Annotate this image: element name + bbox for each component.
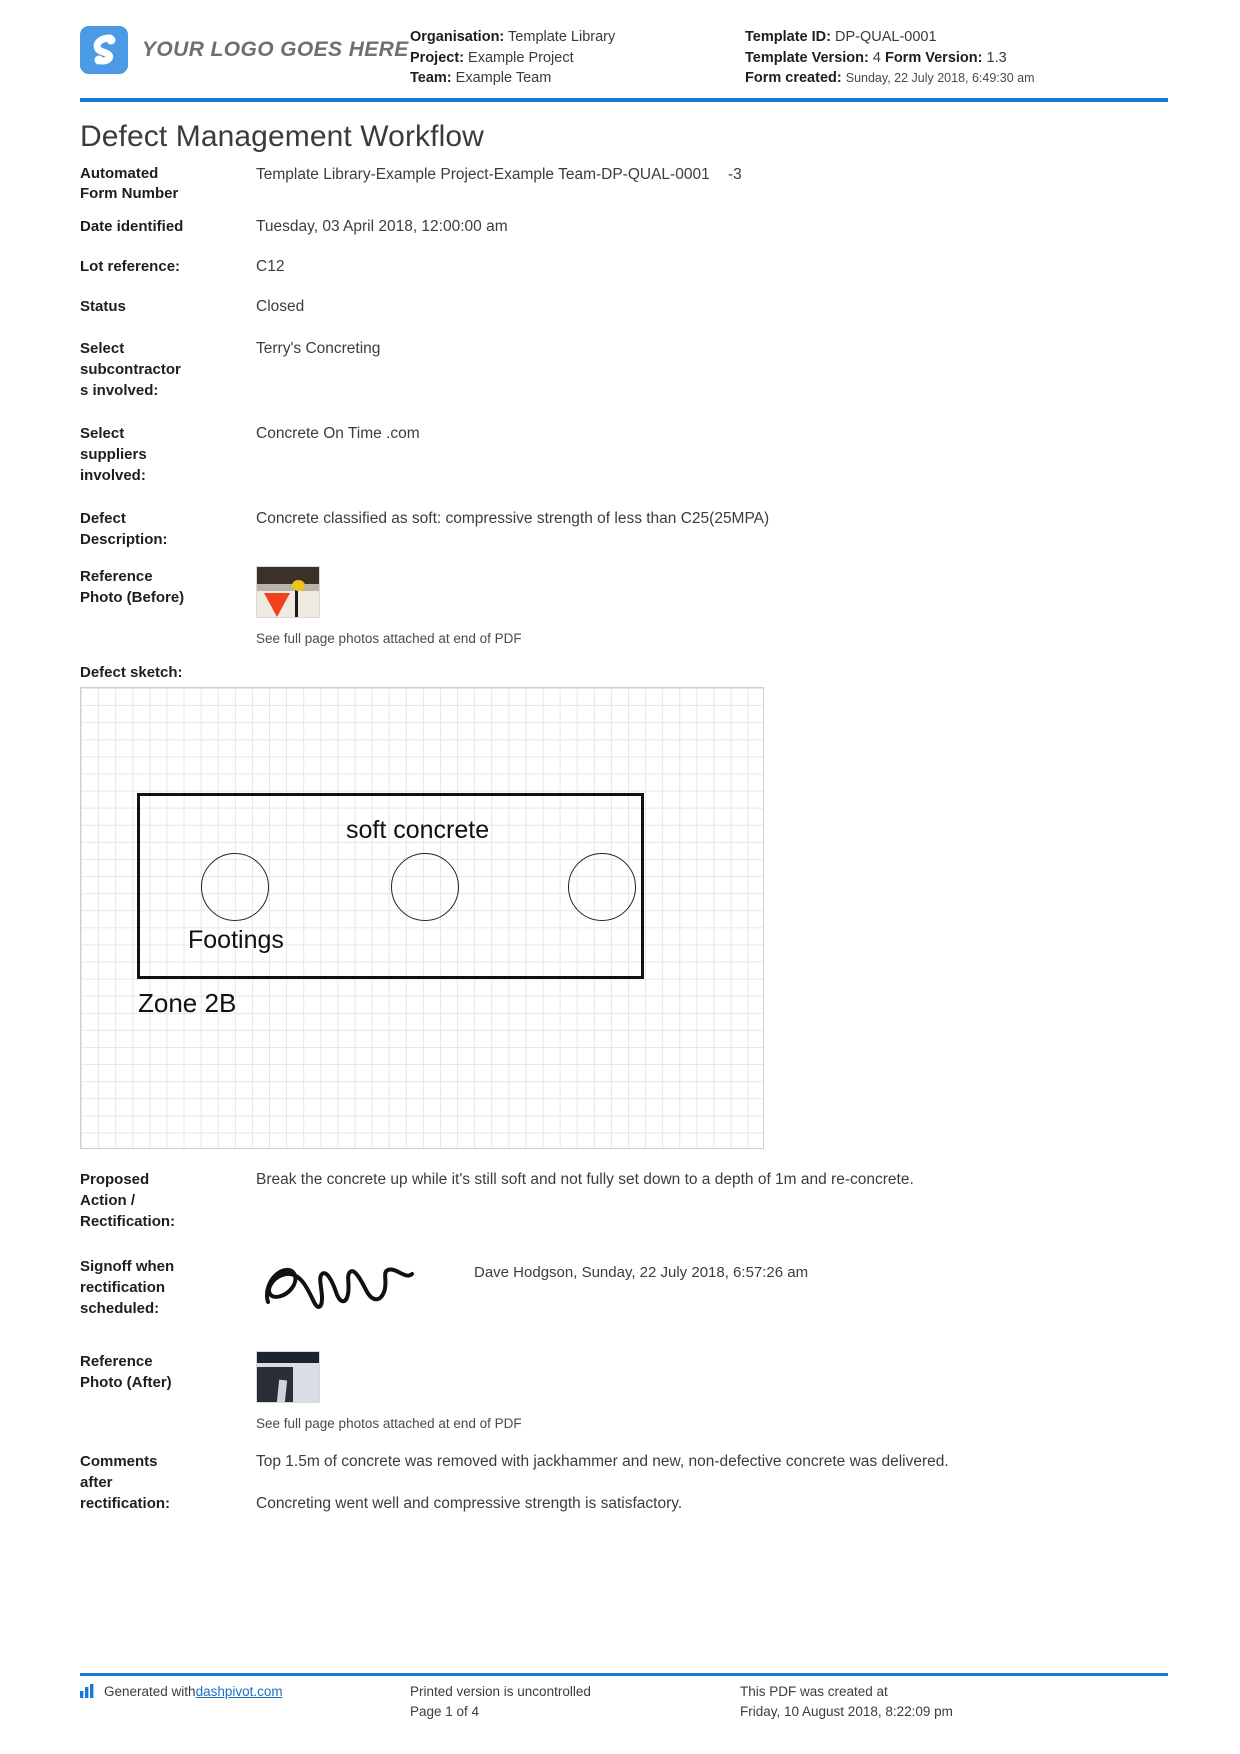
document-footer: Generated with dashpivot.com Printed ver…	[80, 1682, 1168, 1722]
field-label: Date identified	[80, 218, 184, 235]
document-header: YOUR LOGO GOES HERE Organisation: Templa…	[0, 0, 1240, 92]
field-label: Lot reference:	[80, 258, 181, 275]
meta-template-id: Template ID: DP-QUAL-0001	[745, 27, 1168, 48]
footer-printed-line-1: Printed version is uncontrolled	[410, 1684, 591, 1699]
meta-form-created: Form created: Sunday, 22 July 2018, 6:49…	[745, 68, 1168, 89]
signoff-name-and-date: Dave Hodgson, Sunday, 22 July 2018, 6:57…	[474, 1264, 809, 1281]
meta-form-version-value: 1.3	[986, 49, 1007, 66]
field-value: Closed	[256, 298, 305, 315]
field-label: Status	[80, 298, 126, 315]
handwritten-signature	[256, 1250, 426, 1323]
document-page: YOUR LOGO GOES HERE Organisation: Templa…	[0, 0, 1240, 1754]
field-value: Concrete classified as soft: compressive…	[256, 510, 770, 527]
footer-printed: Printed version is uncontrolled Page 1 o…	[410, 1682, 740, 1722]
field-defect-description: Defect Description: Concrete classified a…	[80, 508, 1168, 550]
field-label: Defect Description:	[80, 510, 168, 548]
meta-template-version-label: Template Version:	[745, 49, 869, 66]
field-value: Dave Hodgson, Sunday, 22 July 2018, 6:57…	[250, 1256, 1168, 1323]
sketch-footing-circle-3	[568, 853, 636, 921]
field-status: Status Closed	[80, 296, 1168, 318]
dashpivot-logo-icon	[80, 26, 128, 74]
comments-line-2: Concreting went well and compressive str…	[256, 1495, 683, 1512]
meta-team-label: Team:	[410, 70, 452, 86]
footer-page-number: Page 1 of 4	[410, 1704, 480, 1719]
footer-created: This PDF was created at Friday, 10 Augus…	[740, 1682, 1168, 1722]
field-label: Reference Photo (After)	[80, 1353, 172, 1391]
bar-chart-icon	[80, 1684, 96, 1704]
meta-organisation-value: Template Library	[508, 29, 616, 45]
field-label: Proposed Action / Rectification:	[80, 1171, 176, 1230]
field-automated-form-number: Automated Form Number Template Library-Ex…	[80, 164, 1168, 204]
field-lot-reference: Lot reference: C12	[80, 256, 1168, 278]
field-signoff: Signoff when rectification scheduled: Dave…	[80, 1256, 1168, 1323]
automated-form-number-value: Template Library-Example Project-Example…	[256, 166, 710, 183]
defect-sketch-label: Defect sketch:	[80, 664, 183, 681]
field-value: C12	[256, 258, 285, 275]
sketch-footing-circle-1	[201, 853, 269, 921]
field-date-identified: Date identified Tuesday, 03 April 2018, …	[80, 216, 1168, 238]
meta-template-id-label: Template ID:	[745, 29, 831, 45]
field-reference-photo-after: Reference Photo (After) See full page pho…	[80, 1351, 1168, 1435]
form-body: Automated Form Number Template Library-Ex…	[0, 164, 1240, 650]
photo-thumbnail-night-site[interactable]	[256, 1351, 320, 1403]
meta-template-version-value: 4	[872, 49, 881, 66]
field-value: Concrete On Time .com	[256, 425, 420, 442]
form-body-lower: Proposed Action / Rectification: Break the…	[0, 1169, 1240, 1515]
meta-organisation: Organisation: Template Library	[410, 27, 745, 48]
logo-text: YOUR LOGO GOES HERE	[142, 38, 409, 61]
field-proposed-action: Proposed Action / Rectification: Break the…	[80, 1169, 1168, 1232]
meta-project-label: Project:	[410, 49, 464, 66]
sketch-label-zone: Zone 2B	[138, 988, 237, 1018]
footer-created-timestamp: Friday, 10 August 2018, 8:22:09 pm	[740, 1704, 953, 1719]
field-label: Reference Photo (Before)	[80, 568, 185, 606]
meta-project-value: Example Project	[468, 49, 574, 66]
field-value: See full page photos attached at end of …	[250, 1351, 1168, 1435]
field-value: Tuesday, 03 April 2018, 12:00:00 am	[256, 218, 508, 235]
meta-team: Team: Example Team	[410, 68, 745, 89]
field-value: Template Library-Example Project-Example…	[250, 164, 1168, 186]
field-label: Signoff when rectification scheduled:	[80, 1258, 175, 1317]
meta-versions: Template Version: 4 Form Version: 1.3	[745, 48, 1168, 69]
header-meta-left: Organisation: Template Library Project: …	[410, 18, 745, 89]
meta-form-created-value: Sunday, 22 July 2018, 6:49:30 am	[845, 71, 1035, 85]
field-subcontractors: Select subcontractor s involved: Terry's C…	[80, 338, 1168, 401]
dashpivot-link[interactable]: dashpivot.com	[196, 1682, 283, 1702]
photo-caption: See full page photos attached at end of …	[256, 631, 522, 646]
field-value: Top 1.5m of concrete was removed with ja…	[250, 1451, 1168, 1515]
field-value: See full page photos attached at end of …	[250, 566, 1168, 650]
meta-template-id-value: DP-QUAL-0001	[834, 29, 937, 45]
logo-block: YOUR LOGO GOES HERE	[80, 18, 410, 74]
meta-organisation-label: Organisation:	[410, 29, 505, 45]
field-label: Automated Form Number	[80, 165, 179, 202]
meta-form-created-label: Form created:	[745, 70, 842, 86]
footer-generated: Generated with dashpivot.com	[80, 1682, 410, 1722]
sketch-label-soft-concrete: soft concrete	[346, 816, 490, 844]
sketch-label-footings: Footings	[188, 926, 284, 954]
field-value: Break the concrete up while it's still s…	[256, 1171, 914, 1188]
comments-line-1: Top 1.5m of concrete was removed with ja…	[256, 1453, 949, 1470]
field-label: Select subcontractor s involved:	[80, 340, 181, 399]
field-comments-after-rectification: Comments after rectification: Top 1.5m of …	[80, 1451, 1168, 1515]
footer-created-line-1: This PDF was created at	[740, 1684, 888, 1699]
field-label: Comments after rectification:	[80, 1453, 171, 1512]
defect-sketch-canvas[interactable]: soft concrete Footings Zone 2B	[80, 687, 764, 1149]
meta-team-value: Example Team	[455, 70, 552, 86]
field-label: Select suppliers involved:	[80, 425, 147, 484]
header-meta-right: Template ID: DP-QUAL-0001 Template Versi…	[745, 18, 1168, 89]
automated-form-number-suffix: -3	[728, 166, 742, 183]
header-divider	[80, 98, 1168, 102]
sketch-footing-circle-2	[391, 853, 459, 921]
meta-form-version-label: Form Version:	[884, 49, 983, 66]
page-title: Defect Management Workflow	[80, 120, 484, 153]
footer-generated-text: Generated with	[104, 1684, 196, 1699]
photo-thumbnail-traffic-cone[interactable]	[256, 566, 320, 618]
field-value: Terry's Concreting	[256, 340, 381, 357]
photo-caption: See full page photos attached at end of …	[256, 1416, 522, 1431]
field-reference-photo-before: Reference Photo (Before) See full page ph…	[80, 566, 1168, 650]
meta-project: Project: Example Project	[410, 48, 745, 69]
footer-divider	[80, 1673, 1168, 1676]
field-suppliers: Select suppliers involved: Concrete On Tim…	[80, 423, 1168, 486]
